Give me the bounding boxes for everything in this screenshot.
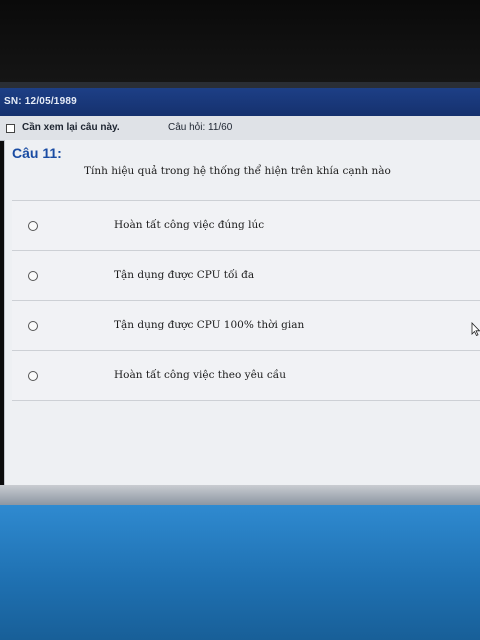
student-info: SN: 12/05/1989	[4, 96, 77, 107]
review-later-checkbox[interactable]	[6, 124, 15, 133]
monitor-bezel-top	[0, 0, 480, 82]
answer-list: Hoàn tất công việc đúng lúc Tận dụng đượ…	[12, 200, 480, 401]
question-counter: Câu hỏi: 11/60	[168, 122, 233, 133]
answer-label[interactable]: Tận dụng được CPU tối đa	[114, 269, 254, 281]
answer-label[interactable]: Hoàn tất công việc theo yêu cầu	[114, 369, 286, 381]
mouse-cursor-icon	[471, 322, 480, 336]
student-info-bar: SN: 12/05/1989	[0, 88, 480, 116]
answer-option-4[interactable]: Hoàn tất công việc theo yêu cầu	[12, 351, 480, 401]
answer-option-3[interactable]: Tận dụng được CPU 100% thời gian	[12, 301, 480, 351]
question-title: Câu 11:	[12, 145, 62, 161]
question-text: Tính hiệu quả trong hệ thống thể hiện tr…	[84, 165, 391, 177]
answer-label[interactable]: Tận dụng được CPU 100% thời gian	[114, 319, 304, 331]
radio-button[interactable]	[28, 221, 38, 231]
answer-label[interactable]: Hoàn tất công việc đúng lúc	[114, 219, 264, 231]
answer-option-2[interactable]: Tận dụng được CPU tối đa	[12, 251, 480, 301]
answer-option-1[interactable]: Hoàn tất công việc đúng lúc	[12, 201, 480, 251]
desk-surface	[0, 505, 480, 640]
monitor-bezel-bottom	[0, 485, 480, 505]
radio-button[interactable]	[28, 321, 38, 331]
review-later-label[interactable]: Cần xem lại câu này.	[22, 122, 120, 133]
radio-button[interactable]	[28, 271, 38, 281]
radio-button[interactable]	[28, 371, 38, 381]
